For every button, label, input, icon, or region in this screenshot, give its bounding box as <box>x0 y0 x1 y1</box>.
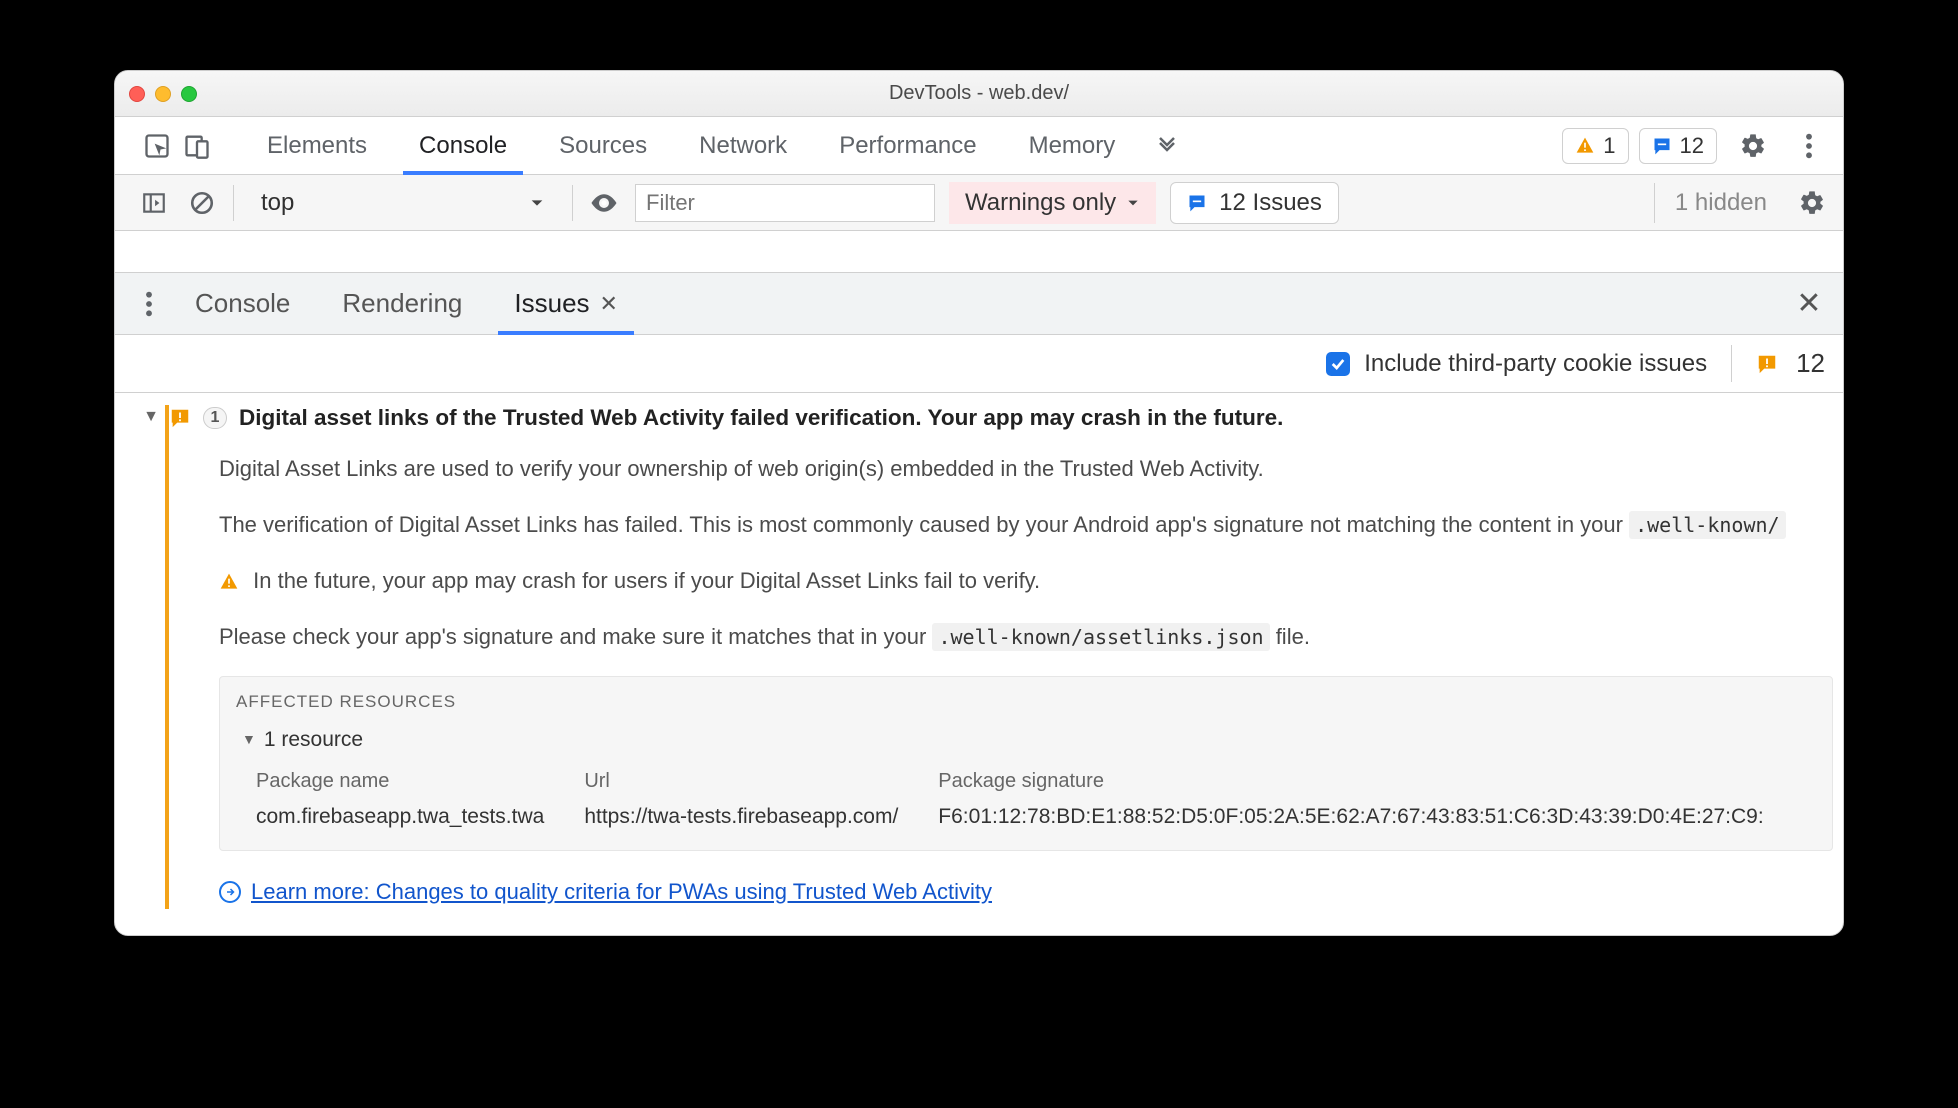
issue-title: Digital asset links of the Trusted Web A… <box>239 401 1283 436</box>
tab-memory[interactable]: Memory <box>1003 117 1142 174</box>
window-controls <box>129 86 197 102</box>
warnings-pill[interactable]: 1 <box>1562 128 1628 164</box>
col-value-package: com.firebaseapp.twa_tests.twa <box>256 801 544 834</box>
learn-more-row: Learn more: Changes to quality criteria … <box>219 875 1833 909</box>
warning-triangle-icon <box>1575 136 1595 156</box>
issues-toolbar: Include third-party cookie issues 12 <box>115 335 1843 393</box>
chevron-down-icon <box>529 195 545 211</box>
main-tab-strip: Elements Console Sources Network Perform… <box>115 117 1843 175</box>
chevron-down-icon <box>1126 196 1140 210</box>
more-tabs-icon[interactable] <box>1147 126 1187 166</box>
log-level-value: Warnings only <box>965 189 1116 217</box>
expand-toggle-icon: ▼ <box>242 729 256 751</box>
issues-counter-box[interactable]: 12 Issues <box>1170 182 1339 224</box>
external-link-icon <box>219 881 241 903</box>
col-header-url: Url <box>584 766 898 797</box>
issues-toolbar-count: 12 <box>1796 348 1825 379</box>
affected-table: Package name com.firebaseapp.twa_tests.t… <box>236 766 1816 834</box>
affected-subheading: 1 resource <box>264 724 363 757</box>
affected-toggle[interactable]: ▼ 1 resource <box>242 724 1816 757</box>
tab-network-label: Network <box>699 132 787 160</box>
issue-paragraph-1: Digital Asset Links are used to verify y… <box>219 452 1833 486</box>
issue-paragraph-3: In the future, your app may crash for us… <box>219 564 1833 598</box>
console-settings-gear-icon[interactable] <box>1795 186 1829 220</box>
tab-sources[interactable]: Sources <box>533 117 673 174</box>
third-party-cookie-label: Include third-party cookie issues <box>1364 350 1707 378</box>
code-snippet: .well-known/ <box>1629 511 1786 539</box>
drawer-tab-issues[interactable]: Issues ✕ <box>488 273 644 334</box>
close-window-button[interactable] <box>129 86 145 102</box>
tab-elements-label: Elements <box>267 132 367 160</box>
drawer-tab-strip: Console Rendering Issues ✕ ✕ <box>115 273 1843 335</box>
checkbox-checked-icon <box>1326 352 1350 376</box>
close-drawer-icon[interactable]: ✕ <box>1789 286 1829 321</box>
tab-sources-label: Sources <box>559 132 647 160</box>
affected-heading: Affected Resources <box>236 689 1816 715</box>
issue-paragraph-4: Please check your app's signature and ma… <box>219 620 1833 654</box>
issue-header[interactable]: 1 Digital asset links of the Trusted Web… <box>169 401 1833 436</box>
devtools-window: DevTools - web.dev/ Elements Console Sou… <box>114 70 1844 936</box>
settings-gear-icon[interactable] <box>1733 126 1773 166</box>
col-value-signature: F6:01:12:78:BD:E1:88:52:D5:0F:05:2A:5E:6… <box>938 801 1763 834</box>
warnings-count: 1 <box>1603 133 1615 159</box>
issue-speech-icon <box>1187 193 1207 213</box>
col-header-signature: Package signature <box>938 766 1763 797</box>
zoom-window-button[interactable] <box>181 86 197 102</box>
kebab-menu-icon[interactable] <box>1789 126 1829 166</box>
drawer-tab-issues-label: Issues <box>514 288 589 319</box>
tab-performance-label: Performance <box>839 132 976 160</box>
col-value-url: https://twa-tests.firebaseapp.com/ <box>584 801 898 834</box>
sidebar-hidden-count: 1 hidden <box>1654 183 1767 223</box>
code-snippet: .well-known/assetlinks.json <box>932 623 1269 651</box>
inspect-element-icon[interactable] <box>137 126 177 166</box>
console-toolbar: top Warnings only 12 Issues 1 hidden <box>115 175 1843 231</box>
hidden-count-label: 1 hidden <box>1675 189 1767 217</box>
drawer-tab-rendering[interactable]: Rendering <box>316 273 488 334</box>
window-title: DevTools - web.dev/ <box>115 82 1843 105</box>
issue-speech-warning-icon <box>1756 353 1778 375</box>
issue-paragraph-2: The verification of Digital Asset Links … <box>219 508 1833 542</box>
col-header-package: Package name <box>256 766 544 797</box>
toggle-sidebar-icon[interactable] <box>137 186 171 220</box>
tab-elements[interactable]: Elements <box>241 117 393 174</box>
tab-console-label: Console <box>419 132 507 160</box>
close-tab-icon[interactable]: ✕ <box>600 291 618 317</box>
console-messages-strip <box>115 231 1843 273</box>
table-col-package: Package name com.firebaseapp.twa_tests.t… <box>256 766 544 834</box>
tab-network[interactable]: Network <box>673 117 813 174</box>
issues-pill[interactable]: 12 <box>1639 128 1717 164</box>
learn-more-link[interactable]: Learn more: Changes to quality criteria … <box>251 875 992 909</box>
affected-resources: Affected Resources ▼ 1 resource Package … <box>219 676 1833 850</box>
tab-performance[interactable]: Performance <box>813 117 1002 174</box>
drawer-tab-rendering-label: Rendering <box>342 288 462 319</box>
issues-counter-label: 12 Issues <box>1219 189 1322 217</box>
drawer-kebab-menu-icon[interactable] <box>129 290 169 318</box>
live-expression-eye-icon[interactable] <box>587 186 621 220</box>
titlebar: DevTools - web.dev/ <box>115 71 1843 117</box>
table-col-signature: Package signature F6:01:12:78:BD:E1:88:5… <box>938 766 1763 834</box>
log-level-select[interactable]: Warnings only <box>949 182 1156 224</box>
minimize-window-button[interactable] <box>155 86 171 102</box>
issue-count-chip: 1 <box>203 407 227 429</box>
issue-speech-warning-icon <box>169 407 191 429</box>
tab-console[interactable]: Console <box>393 117 533 174</box>
drawer-tab-console-label: Console <box>195 288 290 319</box>
filter-input[interactable] <box>635 184 935 222</box>
warning-triangle-icon <box>219 572 239 592</box>
issues-count: 12 <box>1680 133 1704 159</box>
clear-console-icon[interactable] <box>185 186 219 220</box>
table-col-url: Url https://twa-tests.firebaseapp.com/ <box>584 766 898 834</box>
context-select[interactable]: top <box>248 184 558 222</box>
issue-speech-icon <box>1652 136 1672 156</box>
third-party-cookie-checkbox[interactable]: Include third-party cookie issues <box>1326 350 1707 378</box>
device-toolbar-icon[interactable] <box>177 126 217 166</box>
issue-gutter: ▼ <box>133 401 169 909</box>
issue-severity-bar <box>165 405 169 909</box>
tab-memory-label: Memory <box>1029 132 1116 160</box>
issue-item: ▼ 1 Digital asset links of the Trusted W… <box>115 393 1843 935</box>
drawer-tab-console[interactable]: Console <box>169 273 316 334</box>
context-select-value: top <box>261 189 294 217</box>
expand-toggle-icon[interactable]: ▼ <box>143 405 159 430</box>
